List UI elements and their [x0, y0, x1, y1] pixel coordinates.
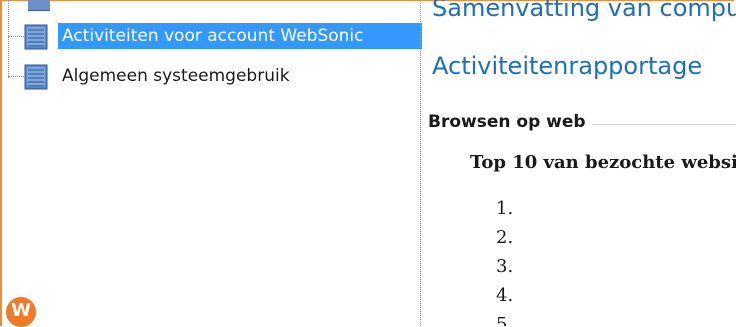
report-book-icon	[24, 24, 48, 50]
list-item: 3.	[496, 256, 514, 277]
tree-item-account-activities[interactable]: Activiteiten voor account WebSonic	[2, 20, 422, 52]
report-pane: Samenvatting van computeractiviteiten Ac…	[422, 0, 736, 326]
app-logo-icon: W	[6, 297, 36, 327]
report-book-icon	[24, 64, 48, 90]
tree-item-partial	[28, 0, 50, 11]
tree-item-system-usage[interactable]: Algemeen systeemgebruik	[2, 60, 420, 92]
list-item: 1.	[496, 198, 514, 219]
section-header: Browsen op web	[428, 112, 736, 136]
top-sites-list: 1. 2. 3. 4. 5.	[496, 194, 513, 326]
tree-item-label: Algemeen systeemgebruik	[62, 66, 290, 86]
report-subtitle: Activiteitenrapportage	[432, 52, 703, 80]
pane-splitter[interactable]	[420, 0, 421, 326]
top-sites-heading: Top 10 van bezochte websites	[470, 152, 736, 173]
report-tree: Activiteiten voor account WebSonic Algem…	[2, 0, 422, 327]
list-item: 2.	[496, 227, 514, 248]
section-label: Browsen op web	[428, 112, 592, 132]
tree-item-label: Activiteiten voor account WebSonic	[58, 23, 422, 49]
list-item: 5.	[496, 314, 514, 326]
list-item: 4.	[496, 285, 514, 306]
report-title: Samenvatting van computeractiviteiten	[432, 0, 736, 22]
